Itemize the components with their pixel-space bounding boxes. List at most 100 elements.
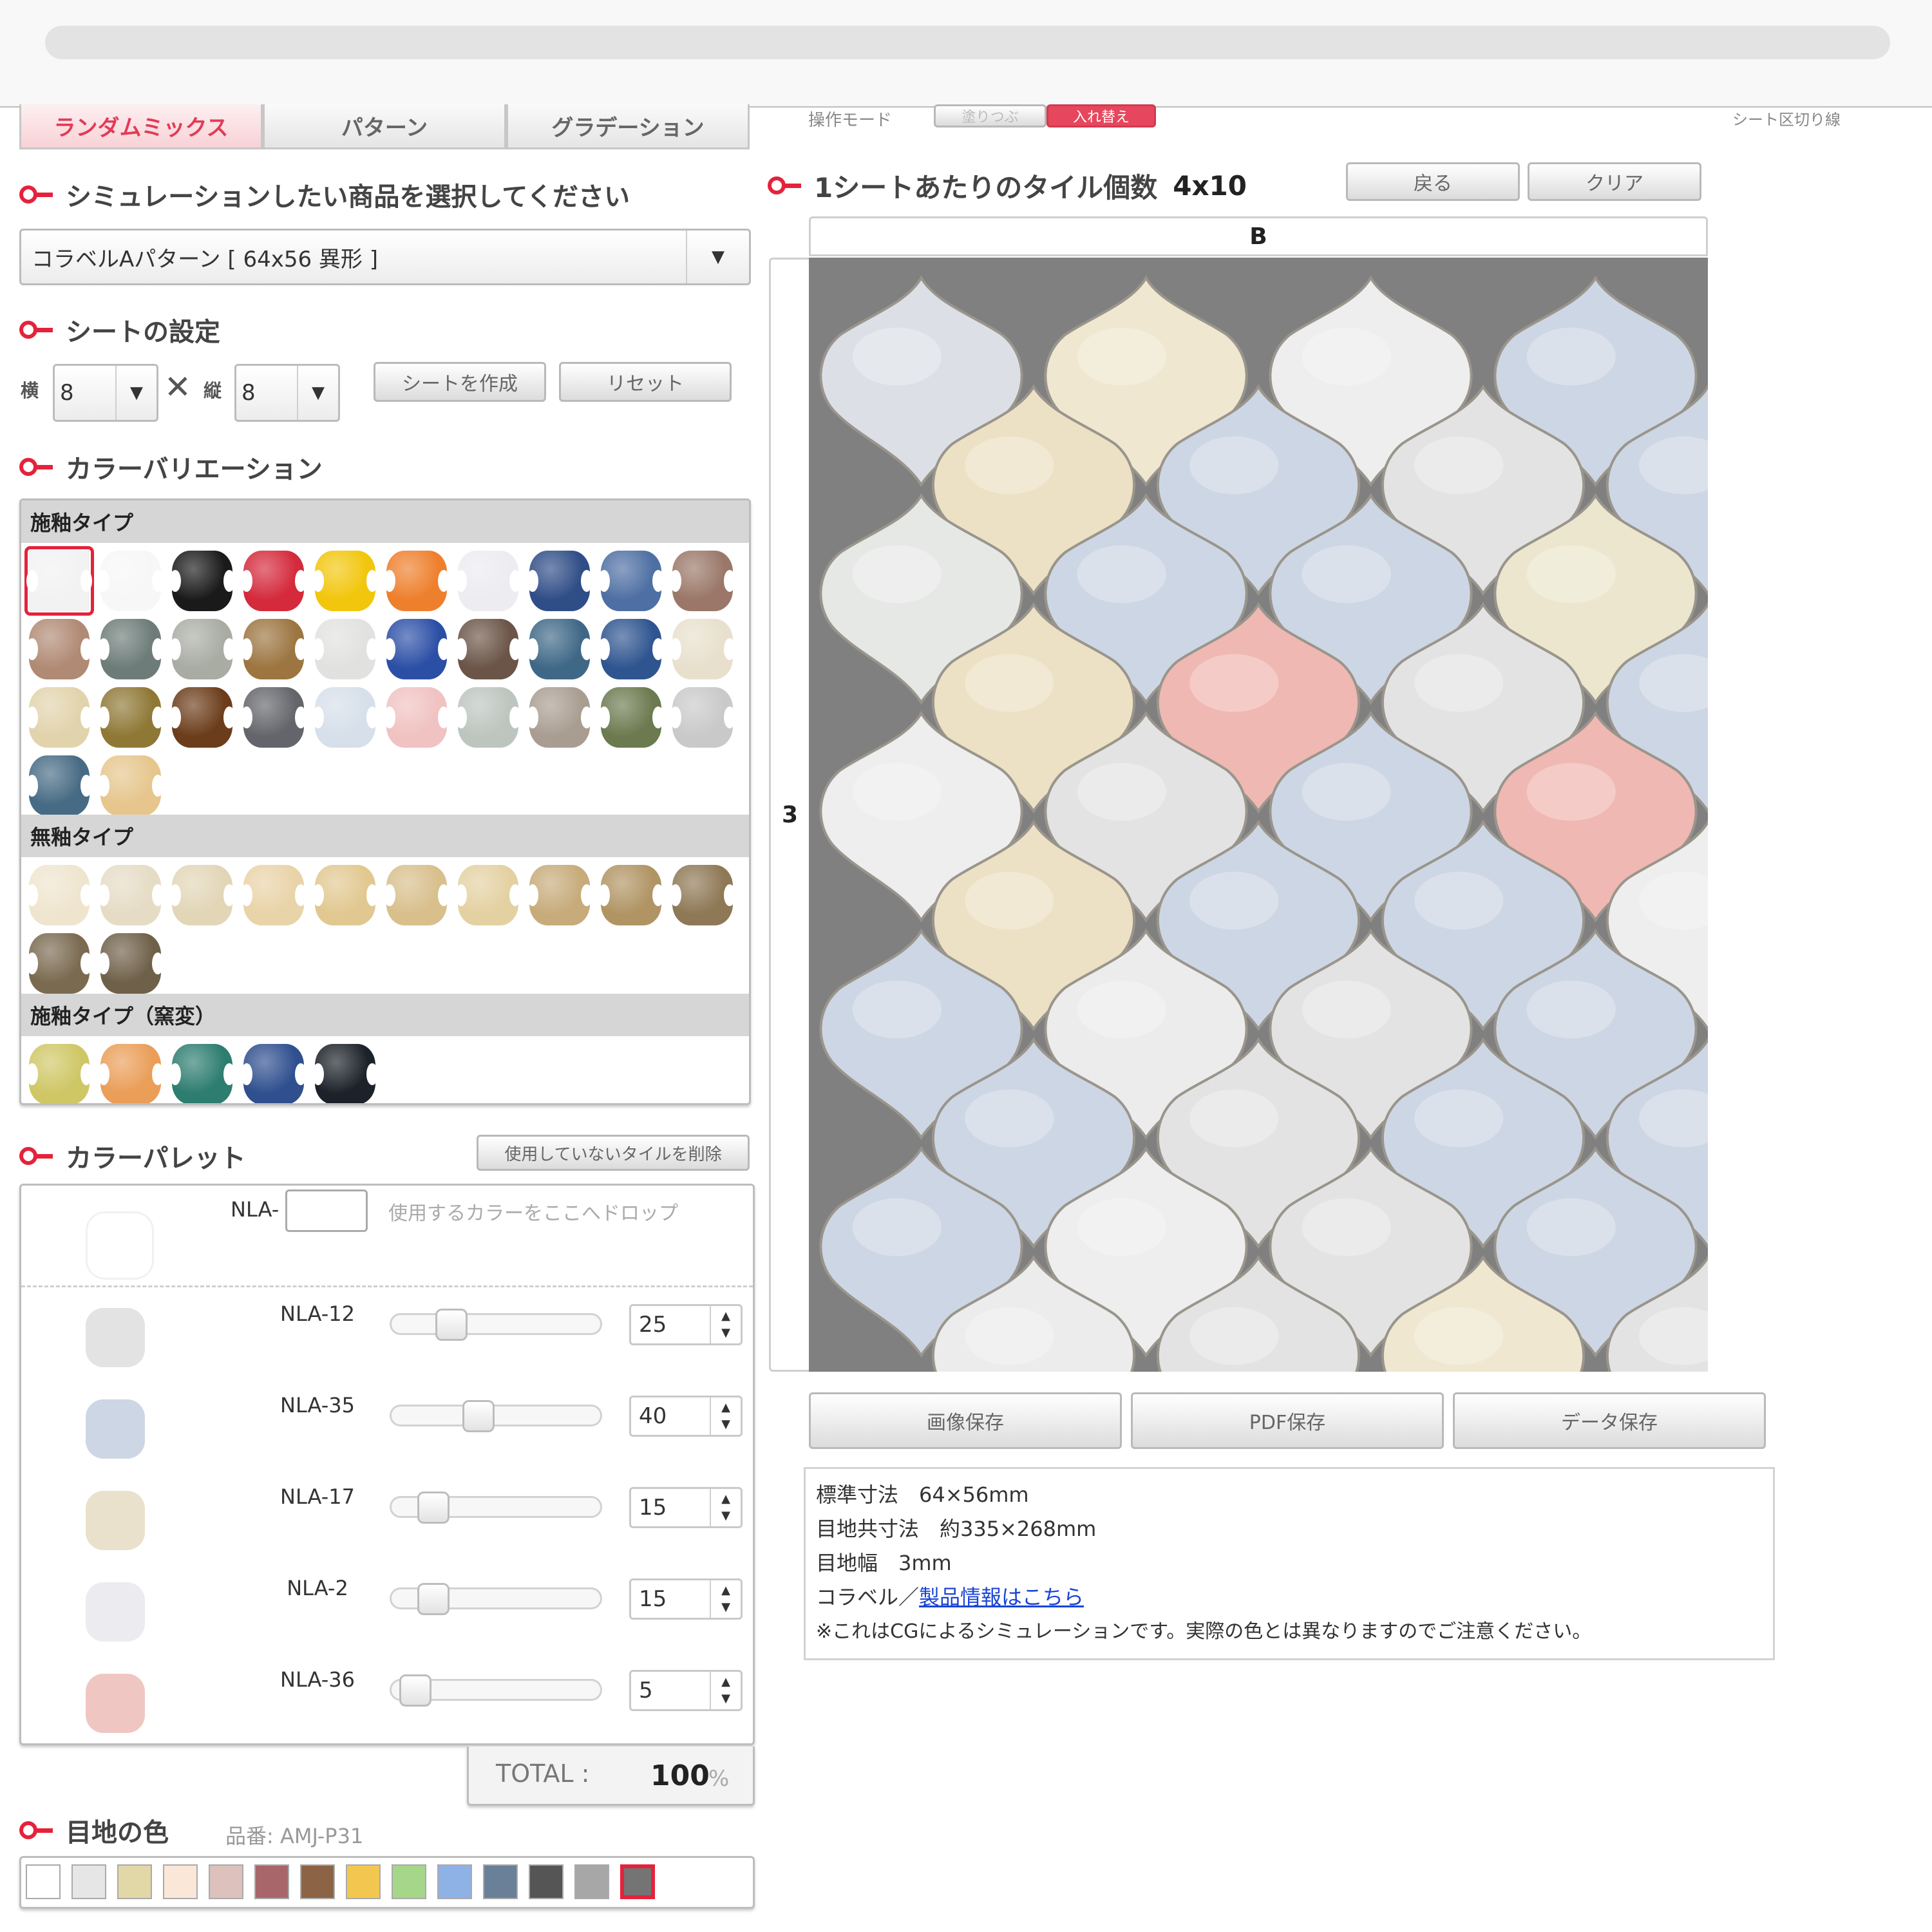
tab-pattern[interactable]: パターン xyxy=(263,104,506,149)
color-swatch[interactable] xyxy=(384,551,450,611)
spinner-icon[interactable]: ▲ ▼ xyxy=(710,1397,741,1435)
joint-color-swatch[interactable] xyxy=(117,1864,152,1899)
color-swatch[interactable] xyxy=(169,865,235,925)
color-swatch[interactable] xyxy=(598,865,664,925)
ratio-slider[interactable] xyxy=(390,1674,602,1707)
color-swatch[interactable] xyxy=(169,1044,235,1103)
joint-color-swatch[interactable] xyxy=(300,1864,335,1899)
spinner-icon[interactable]: ▲ ▼ xyxy=(710,1306,741,1343)
code-input[interactable] xyxy=(285,1189,368,1232)
clear-button[interactable]: クリア xyxy=(1528,162,1701,201)
color-swatch[interactable] xyxy=(312,619,378,679)
color-swatch[interactable] xyxy=(26,865,92,925)
color-swatch[interactable] xyxy=(169,687,235,748)
ratio-input[interactable]: 5 ▲ ▼ xyxy=(629,1670,743,1711)
joint-color-swatch[interactable] xyxy=(529,1864,564,1899)
product-info-link[interactable]: 製品情報はこちら xyxy=(919,1585,1084,1609)
color-swatch[interactable] xyxy=(455,619,521,679)
color-swatch[interactable] xyxy=(241,619,307,679)
color-swatch[interactable] xyxy=(241,551,307,611)
color-swatch[interactable] xyxy=(384,865,450,925)
color-swatch[interactable] xyxy=(598,687,664,748)
color-swatch[interactable] xyxy=(98,933,164,994)
color-swatch[interactable] xyxy=(26,1044,92,1103)
joint-color-swatch[interactable] xyxy=(346,1864,381,1899)
joint-color-swatch[interactable] xyxy=(71,1864,106,1899)
slider-thumb[interactable] xyxy=(417,1583,450,1615)
ratio-input[interactable]: 15 ▲ ▼ xyxy=(629,1578,743,1620)
ratio-input[interactable]: 25 ▲ ▼ xyxy=(629,1304,743,1345)
slider-thumb[interactable] xyxy=(462,1400,495,1432)
color-swatch[interactable] xyxy=(98,687,164,748)
ratio-slider[interactable] xyxy=(390,1309,602,1341)
save-pdf-button[interactable]: PDF保存 xyxy=(1131,1392,1444,1449)
tab-gradation[interactable]: グラデーション xyxy=(506,104,750,149)
color-swatch[interactable] xyxy=(241,1044,307,1103)
joint-color-swatch[interactable] xyxy=(392,1864,426,1899)
slider-thumb[interactable] xyxy=(417,1492,450,1524)
color-swatch[interactable] xyxy=(26,619,92,679)
back-button[interactable]: 戻る xyxy=(1346,162,1520,201)
drop-slot[interactable] xyxy=(86,1211,154,1280)
color-swatch[interactable] xyxy=(455,551,521,611)
slider-thumb[interactable] xyxy=(399,1674,431,1707)
height-select[interactable]: 8 ▼ xyxy=(234,364,340,422)
reset-button[interactable]: リセット xyxy=(559,362,732,402)
spinner-icon[interactable]: ▲ ▼ xyxy=(710,1489,741,1526)
slider-thumb[interactable] xyxy=(435,1309,468,1341)
joint-color-swatch[interactable] xyxy=(620,1864,655,1899)
ratio-slider[interactable] xyxy=(390,1583,602,1615)
color-swatch[interactable] xyxy=(169,551,235,611)
joint-color-swatch[interactable] xyxy=(437,1864,472,1899)
color-swatch[interactable] xyxy=(670,619,735,679)
color-swatch[interactable] xyxy=(312,551,378,611)
color-swatch[interactable] xyxy=(670,687,735,748)
color-swatch[interactable] xyxy=(98,551,164,611)
color-swatch[interactable] xyxy=(98,1044,164,1103)
palette-swatch[interactable] xyxy=(86,1308,145,1367)
color-swatch[interactable] xyxy=(527,551,592,611)
tab-random-mix[interactable]: ランダムミックス xyxy=(19,104,263,149)
joint-color-swatch[interactable] xyxy=(483,1864,518,1899)
palette-swatch[interactable] xyxy=(86,1582,145,1642)
mode-swap-button[interactable]: 入れ替え xyxy=(1046,104,1156,128)
mode-fill-button[interactable]: 塗りつぶ xyxy=(934,104,1046,128)
palette-swatch[interactable] xyxy=(86,1491,145,1550)
joint-color-swatch[interactable] xyxy=(254,1864,289,1899)
palette-swatch[interactable] xyxy=(86,1399,145,1459)
ratio-slider[interactable] xyxy=(390,1400,602,1432)
spinner-icon[interactable]: ▲ ▼ xyxy=(710,1580,741,1618)
color-swatch[interactable] xyxy=(169,619,235,679)
color-swatch[interactable] xyxy=(670,551,735,611)
color-swatch[interactable] xyxy=(312,687,378,748)
color-swatch[interactable] xyxy=(527,865,592,925)
width-select[interactable]: 8 ▼ xyxy=(53,364,158,422)
color-swatch[interactable] xyxy=(26,687,92,748)
color-swatch[interactable] xyxy=(670,865,735,925)
color-swatch[interactable] xyxy=(241,865,307,925)
color-swatch[interactable] xyxy=(24,546,94,616)
ratio-input[interactable]: 15 ▲ ▼ xyxy=(629,1487,743,1528)
color-swatch[interactable] xyxy=(384,619,450,679)
save-data-button[interactable]: データ保存 xyxy=(1453,1392,1766,1449)
color-swatch[interactable] xyxy=(527,619,592,679)
create-sheet-button[interactable]: シートを作成 xyxy=(374,362,546,402)
color-swatch[interactable] xyxy=(598,551,664,611)
color-swatch[interactable] xyxy=(455,865,521,925)
color-swatch[interactable] xyxy=(527,687,592,748)
color-swatch[interactable] xyxy=(455,687,521,748)
tile-canvas[interactable] xyxy=(809,258,1708,1372)
color-swatch[interactable] xyxy=(98,619,164,679)
color-swatch[interactable] xyxy=(384,687,450,748)
color-swatch[interactable] xyxy=(98,755,164,816)
address-bar[interactable] xyxy=(45,26,1890,59)
color-swatch[interactable] xyxy=(26,755,92,816)
joint-color-swatch[interactable] xyxy=(163,1864,198,1899)
color-swatch[interactable] xyxy=(26,933,92,994)
color-swatch[interactable] xyxy=(98,865,164,925)
product-select[interactable]: コラベルAパターン [ 64x56 異形 ] ▼ xyxy=(19,229,751,285)
spinner-icon[interactable]: ▲ ▼ xyxy=(710,1672,741,1709)
remove-unused-button[interactable]: 使用していないタイルを削除 xyxy=(477,1135,750,1171)
palette-swatch[interactable] xyxy=(86,1674,145,1733)
color-swatch[interactable] xyxy=(598,619,664,679)
